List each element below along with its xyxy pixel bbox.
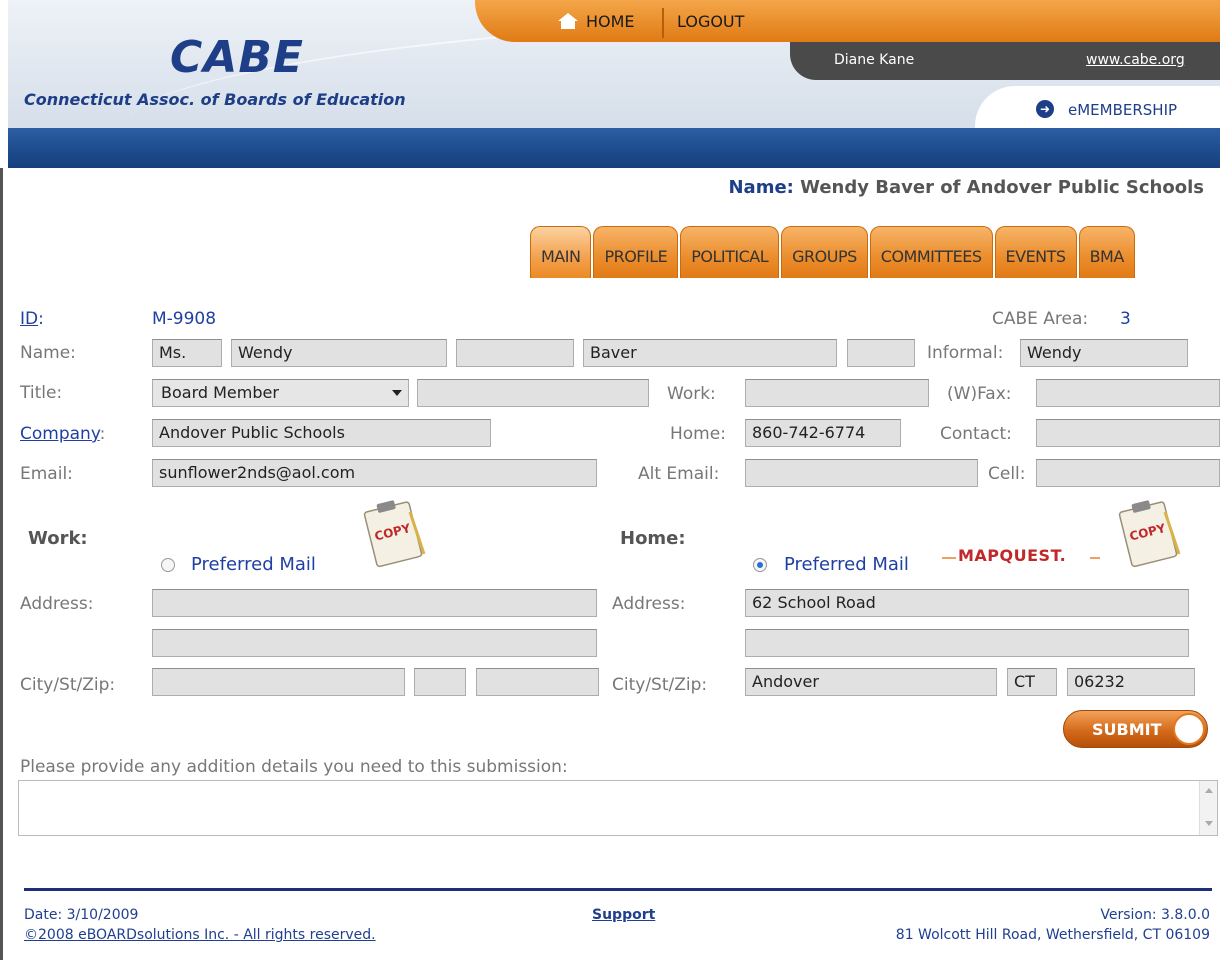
title-label: Title: (20, 383, 63, 403)
home-preferred-label[interactable]: Preferred Mail (784, 554, 909, 575)
home-address2-field[interactable] (745, 629, 1189, 657)
footer-divider (24, 888, 1212, 891)
home-icon[interactable] (557, 12, 579, 30)
mapquest-text: MAPQUEST. (958, 546, 1067, 565)
wfax-field[interactable] (1036, 379, 1220, 407)
site-link[interactable]: www.cabe.org (1086, 52, 1185, 68)
id-value: M-9908 (152, 309, 217, 329)
home-preferred-radio[interactable] (753, 558, 767, 572)
tab-events[interactable]: EVENTS (994, 226, 1077, 278)
home-city-field[interactable]: Andover (745, 668, 997, 696)
tab-main[interactable]: MAIN (530, 226, 592, 278)
work-zip-field[interactable] (476, 668, 599, 696)
details-textarea[interactable] (18, 780, 1218, 836)
tab-groups[interactable]: GROUPS (781, 226, 868, 278)
nav-divider (662, 8, 664, 38)
last-name-field[interactable]: Baver (583, 339, 837, 367)
submit-button-label: SUBMIT (1092, 720, 1162, 739)
work-preferred-label[interactable]: Preferred Mail (191, 554, 316, 575)
tab-bar: MAIN PROFILE POLITICAL GROUPS COMMITTEES… (530, 222, 1137, 278)
home-address-label: Address: (612, 594, 686, 614)
clipboard-copy-icon[interactable]: COPY (1115, 494, 1183, 568)
home-address1-field[interactable]: 62 School Road (745, 589, 1189, 617)
work-address2-field[interactable] (152, 629, 597, 657)
work-phone-field[interactable] (745, 379, 929, 407)
salutation-field[interactable]: Ms. (152, 339, 222, 367)
alt-email-label: Alt Email: (638, 464, 720, 484)
work-address-label: Address: (20, 594, 94, 614)
company-label-row: Company: (20, 424, 106, 444)
details-label: Please provide any addition details you … (20, 757, 568, 777)
title-select-value: Board Member (161, 383, 279, 402)
alt-email-field[interactable] (745, 459, 978, 487)
footer-support-link[interactable]: Support (592, 907, 655, 923)
id-label-row: ID: (20, 309, 44, 329)
home-phone-label: Home: (670, 424, 726, 444)
footer-version: Version: 3.8.0.0 (1100, 907, 1210, 923)
work-address1-field[interactable] (152, 589, 597, 617)
nav-logout-link[interactable]: LOGOUT (677, 12, 744, 31)
cabe-area-value: 3 (1120, 309, 1131, 329)
tab-bma[interactable]: BMA (1078, 226, 1135, 278)
contact-field[interactable] (1036, 419, 1220, 447)
home-zip-field[interactable]: 06232 (1067, 668, 1195, 696)
work-preferred-radio[interactable] (161, 558, 175, 572)
tab-profile[interactable]: PROFILE (593, 226, 679, 278)
scroll-up-icon[interactable] (1205, 788, 1213, 793)
footer-date: Date: 3/10/2009 (24, 907, 139, 923)
submit-button[interactable]: SUBMIT (1063, 710, 1208, 748)
home-phone-field[interactable]: 860-742-6774 (745, 419, 901, 447)
pen-icon (1173, 713, 1205, 745)
work-section-heading: Work: (28, 528, 88, 549)
company-field[interactable]: Andover Public Schools (152, 419, 491, 447)
name-heading-label: Name: (728, 177, 794, 198)
chevron-down-icon (392, 390, 402, 396)
association-name: Connecticut Assoc. of Boards of Educatio… (24, 90, 406, 109)
tab-committees[interactable]: COMMITTEES (869, 226, 993, 278)
title-extra-field[interactable] (417, 379, 649, 407)
id-link[interactable]: ID (20, 309, 38, 329)
name-label: Name: (20, 343, 76, 363)
header-blue-bar (8, 128, 1220, 168)
email-label: Email: (20, 464, 73, 484)
tab-political[interactable]: POLITICAL (680, 226, 780, 278)
scroll-down-icon[interactable] (1205, 821, 1213, 826)
work-state-field[interactable] (414, 668, 466, 696)
footer-address: 81 Wolcott Hill Road, Wethersfield, CT 0… (895, 927, 1210, 943)
cabe-logo[interactable]: CABE (170, 32, 304, 83)
details-scrollbar[interactable] (1199, 781, 1217, 835)
company-link[interactable]: Company (20, 424, 100, 444)
clipboard-copy-icon[interactable]: COPY (360, 494, 428, 568)
contact-label: Contact: (940, 424, 1012, 444)
member-name-heading: Name: Wendy Baver of Andover Public Scho… (728, 177, 1204, 198)
informal-field[interactable]: Wendy (1020, 339, 1188, 367)
work-phone-label: Work: (667, 384, 716, 404)
work-city-label: City/St/Zip: (20, 675, 116, 695)
cabe-area-label: CABE Area: (992, 309, 1089, 329)
mapquest-logo[interactable]: MAPQUEST. (942, 546, 1102, 570)
wfax-label: (W)Fax: (947, 384, 1012, 404)
home-section-heading: Home: (620, 528, 686, 549)
work-city-field[interactable] (152, 668, 405, 696)
title-select[interactable]: Board Member (152, 379, 409, 407)
middle-name-field[interactable] (456, 339, 574, 367)
logged-in-user: Diane Kane (834, 52, 915, 68)
page-left-border (0, 168, 3, 960)
arrow-circle-icon[interactable]: ➜ (1036, 100, 1054, 118)
email-field[interactable]: sunflower2nds@aol.com (152, 459, 597, 487)
home-city-label: City/St/Zip: (612, 675, 708, 695)
emembership-link[interactable]: eMEMBERSHIP (1068, 101, 1177, 119)
informal-label: Informal: (927, 343, 1004, 363)
footer-copyright-link[interactable]: ©2008 eBOARDsolutions Inc. - All rights … (24, 927, 376, 943)
nav-home-link[interactable]: HOME (586, 12, 635, 31)
suffix-field[interactable] (847, 339, 915, 367)
cell-label: Cell: (988, 464, 1026, 484)
home-state-field[interactable]: CT (1007, 668, 1057, 696)
first-name-field[interactable]: Wendy (231, 339, 447, 367)
name-heading-value: Wendy Baver of Andover Public Schools (800, 177, 1204, 198)
cell-field[interactable] (1036, 459, 1220, 487)
